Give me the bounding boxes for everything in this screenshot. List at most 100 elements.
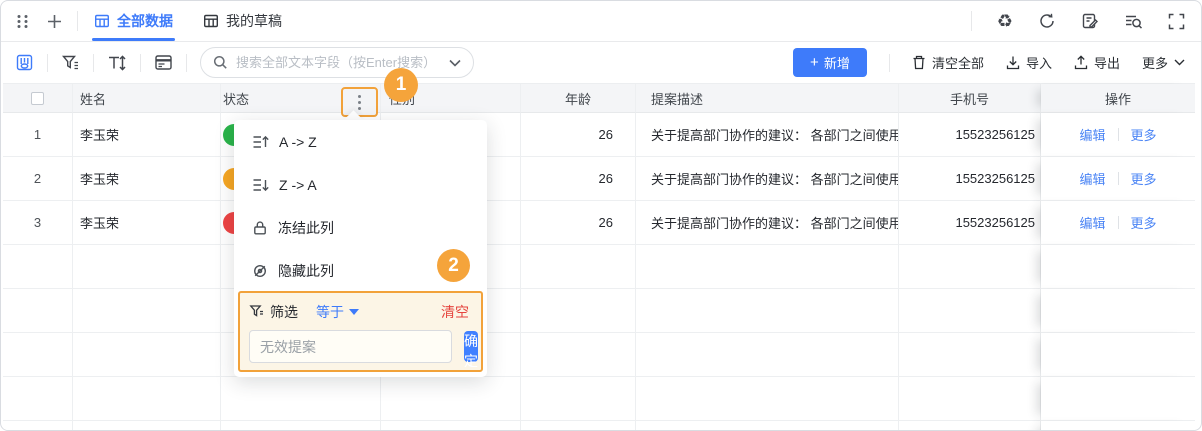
sort-ascending-icon [252,134,269,150]
tab-all-data[interactable]: 全部数据 [92,1,175,41]
eye-off-icon [252,263,268,279]
plus-icon: + [810,54,819,71]
table-row: 2 李玉荣 26 关于提高部门协作的建议： 各部门之间使用... 1552325… [3,157,1195,201]
chevron-down-icon[interactable] [449,59,461,67]
form-link-icon[interactable] [1081,12,1099,30]
column-header-age[interactable]: 年龄 [521,84,636,113]
divider [1117,172,1119,185]
clear-all-button[interactable]: 清空全部 [912,53,984,72]
cell-phone[interactable]: 15523256125 [899,201,1041,245]
divider [140,53,141,72]
empty-row [3,421,1195,430]
filter-confirm-button[interactable]: 确定 [464,331,478,369]
divider [77,11,78,31]
row-index[interactable]: 1 [3,113,73,157]
import-icon [1006,55,1020,70]
filter-operator-select[interactable]: 等于 [316,302,359,322]
cell-name[interactable]: 李玉荣 [73,113,221,157]
cell-phone[interactable]: 15523256125 [899,157,1041,201]
menu-item-sort-desc[interactable]: Z -> A [234,163,487,206]
kebab-menu-icon [358,94,361,110]
lock-icon [252,220,268,236]
filter-label: 筛选 [270,303,298,320]
more-link[interactable]: 更多 [1131,213,1157,232]
recycle-bin-icon[interactable]: ♻ [997,12,1013,30]
divider [47,53,48,72]
more-button[interactable]: 更多 [1142,53,1185,72]
filter-clear-button[interactable]: 清空 [441,302,472,322]
import-button[interactable]: 导入 [1006,53,1052,72]
more-link[interactable]: 更多 [1131,125,1157,144]
filter-icon[interactable] [61,54,80,72]
view-switch-icon[interactable] [15,53,34,72]
divider [1117,216,1119,229]
divider [186,53,187,72]
cell-actions: 编辑 更多 [1041,157,1195,201]
add-tab-button[interactable] [46,13,63,30]
search-records-icon[interactable] [1124,12,1143,30]
drag-handle-icon[interactable] [17,14,28,29]
search-input[interactable] [236,55,441,70]
grid-header-row: 姓名 状态 性别 年龄 提案描述 手机号 操作 [3,83,1195,113]
export-icon [1074,55,1088,70]
view-toolbar: + 新增 清空全部 导入 [1,42,1201,83]
column-header-description[interactable]: 提案描述 [636,84,899,113]
table-icon [94,13,110,29]
column-menu-button[interactable] [341,87,378,117]
text-sort-icon[interactable] [107,54,127,72]
column-header-actions: 操作 [1041,84,1195,113]
tab-my-drafts[interactable]: 我的草稿 [203,1,282,41]
divider [1117,128,1119,141]
data-grid: 姓名 状态 性别 年龄 提案描述 手机号 操作 1 李玉荣 26 关于提高部门协… [3,83,1195,430]
tab-label: 我的草稿 [226,13,282,29]
cell-age[interactable]: 26 [521,201,636,245]
menu-item-sort-asc[interactable]: A -> Z [234,120,487,163]
empty-row [3,245,1195,289]
export-button[interactable]: 导出 [1074,53,1120,72]
cell-name[interactable]: 李玉荣 [73,157,221,201]
edit-link[interactable]: 编辑 [1079,213,1105,232]
search-icon [213,55,228,70]
table-row: 1 李玉荣 26 关于提高部门协作的建议： 各部门之间使用... 1552325… [3,113,1195,157]
edit-link[interactable]: 编辑 [1079,125,1105,144]
cell-description[interactable]: 关于提高部门协作的建议： 各部门之间使用... [636,201,899,245]
row-index[interactable]: 3 [3,201,73,245]
table-row: 3 李玉荣 26 关于提高部门协作的建议： 各部门之间使用... 1552325… [3,201,1195,245]
select-all-checkbox[interactable] [31,91,44,105]
menu-item-freeze-column[interactable]: 冻结此列 [234,206,487,249]
add-record-button[interactable]: + 新增 [792,48,867,77]
app-window: 全部数据 我的草稿 ♻ 搜索全部文本字段（按Enter搜索） + 新增 清空全部… [0,0,1202,431]
filter-value-input[interactable] [249,330,452,363]
empty-row [3,377,1195,421]
divider [888,53,890,72]
cell-description[interactable]: 关于提高部门协作的建议： 各部门之间使用... [636,157,899,201]
column-filter-panel: 筛选 等于 清空 确定 [238,291,483,372]
tab-label: 全部数据 [117,13,173,29]
top-bar-actions: ♻ [970,11,1185,31]
column-header-name[interactable]: 姓名 [73,84,221,113]
cell-age[interactable]: 26 [521,113,636,157]
caret-down-icon [349,308,359,315]
column-header-phone[interactable]: 手机号 [899,84,1041,113]
trash-icon [912,55,926,70]
search-bar[interactable] [200,47,474,78]
fullscreen-icon[interactable] [1168,13,1185,30]
cell-phone[interactable]: 15523256125 [899,113,1041,157]
empty-row [3,333,1195,377]
sort-descending-icon [252,177,269,193]
card-settings-icon[interactable] [154,54,173,71]
edit-link[interactable]: 编辑 [1079,169,1105,188]
refresh-icon[interactable] [1038,12,1056,30]
annotation-step-2: 2 [437,249,470,282]
more-link[interactable]: 更多 [1131,169,1157,188]
divider [970,11,972,31]
divider [93,53,94,72]
top-bar: 全部数据 我的草稿 ♻ [1,1,1201,42]
cell-actions: 编辑 更多 [1041,201,1195,245]
row-index[interactable]: 2 [3,157,73,201]
sheet-tabs: 全部数据 我的草稿 [92,1,282,41]
cell-name[interactable]: 李玉荣 [73,201,221,245]
cell-description[interactable]: 关于提高部门协作的建议： 各部门之间使用... [636,113,899,157]
cell-actions: 编辑 更多 [1041,113,1195,157]
cell-age[interactable]: 26 [521,157,636,201]
